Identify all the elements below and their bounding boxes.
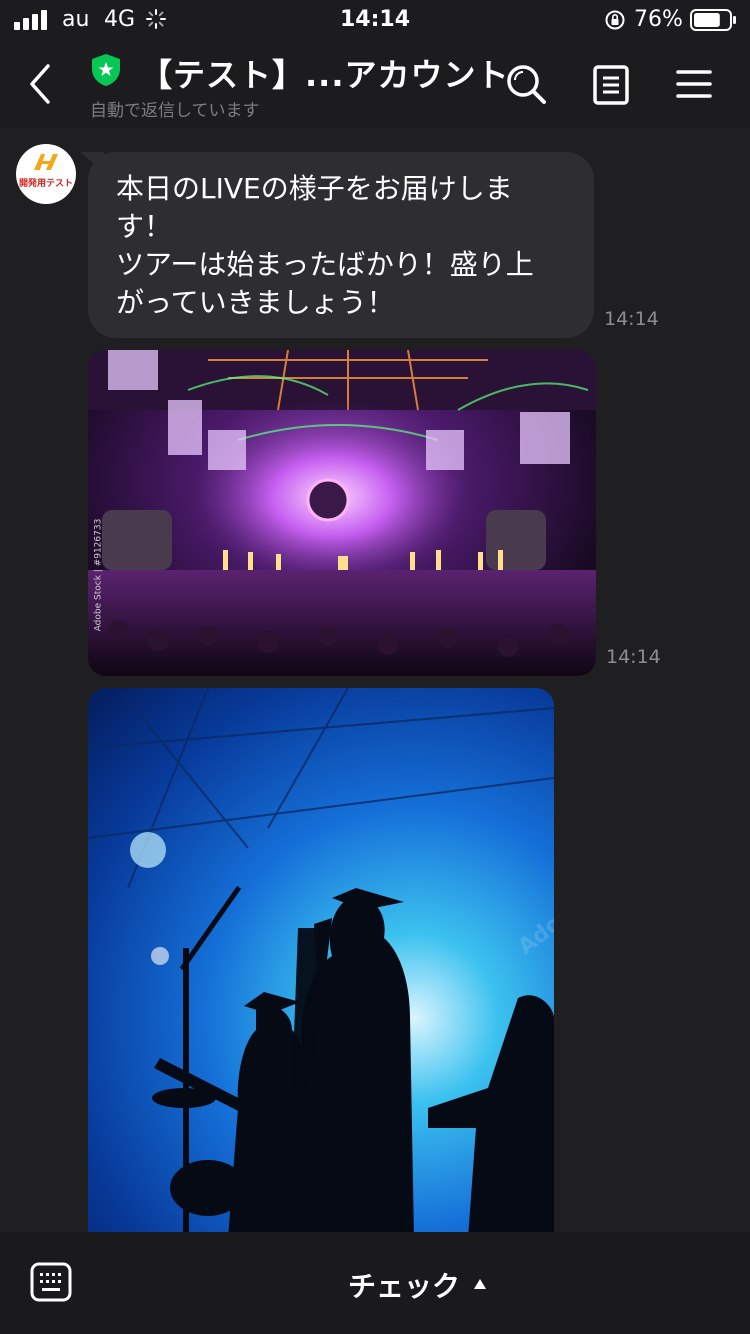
watermark: Adobe Stock	[514, 844, 554, 960]
bottom-bar: チェック	[0, 1232, 750, 1334]
rotation-lock-icon	[605, 10, 625, 30]
avatar-logo-icon	[34, 154, 58, 170]
message-line: す！	[116, 210, 173, 243]
photo-time: 14:14	[606, 646, 661, 668]
chat-area[interactable]: 開発用テスト 本日のLIVEの様子をお届けしま す！ ツアーは始まったばかり！盛…	[0, 128, 750, 1232]
search-icon[interactable]	[504, 62, 548, 106]
photo-credit: Adobe Stock | #9126733	[93, 518, 104, 632]
auto-reply-status: 自動で返信しています	[90, 101, 260, 121]
avatar[interactable]: 開発用テスト	[16, 144, 76, 204]
concert-scene	[88, 350, 596, 676]
avatar-label: 開発用テスト	[18, 179, 73, 189]
battery-icon	[690, 9, 736, 31]
concert-photo[interactable]: Adobe Stock | #9126733	[88, 350, 596, 676]
message-bubble[interactable]: 本日のLIVEの様子をお届けしま す！ ツアーは始まったばかり！盛り上 がってい…	[88, 152, 594, 338]
caret-up-icon[interactable]	[474, 1279, 486, 1289]
message-line: がっていきましょう！	[116, 286, 395, 319]
menu-icon[interactable]	[676, 68, 712, 100]
back-icon[interactable]	[24, 62, 56, 106]
check-menu-button[interactable]: チェック	[348, 1265, 460, 1305]
message-line: ツアーは始まったばかり！盛り上	[116, 248, 534, 281]
battery-percentage: 76%	[634, 7, 683, 32]
band-photo[interactable]: Adobe Stock Adobe Stock Adobe Stock	[88, 688, 554, 1232]
chat-header: 【テスト】...アカウント 自動で返信しています	[0, 40, 750, 128]
chat-title[interactable]: 【テスト】...アカウント	[140, 50, 509, 96]
shield-icon	[92, 54, 120, 86]
message-line: 本日のLIVEの様子をお届けしま	[116, 172, 513, 205]
notes-icon[interactable]	[592, 64, 630, 106]
band-scene: Adobe Stock Adobe Stock Adobe Stock	[88, 688, 554, 1232]
message-time: 14:14	[604, 308, 659, 330]
keyboard-icon[interactable]	[30, 1262, 72, 1302]
status-bar: au 4G 14:14 76%	[0, 0, 750, 40]
